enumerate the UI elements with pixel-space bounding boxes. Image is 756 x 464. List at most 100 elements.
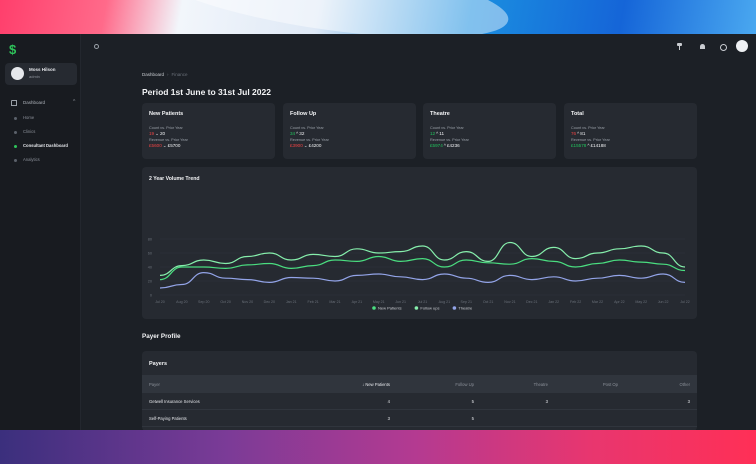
arrow-down-icon: ⌄ [303,143,308,148]
legend-marker [372,306,376,310]
sidebar-item-clinics[interactable]: Clinics [14,129,78,137]
x-tick-label: Sep 21 [461,300,472,304]
table-header: Payer ↓ New Patients Follow Up Theatre P… [142,375,697,393]
sidebar-item-home[interactable]: Home [14,115,78,123]
count-current: 20 [159,131,166,136]
x-tick-label: Jul 20 [155,300,165,304]
stat-card-total: Total Count vs. Prior Year 76^81 Revenue… [564,103,697,159]
x-tick-label: Dec 20 [264,300,275,304]
column-header-theatre[interactable]: Theatre [512,382,548,387]
x-tick-label: Apr 22 [614,300,625,304]
user-avatar [11,67,24,80]
table-row[interactable]: Self-Paying Patients 3 5 [142,410,697,427]
stat-card-theatre: Theatre Count vs. Prior Year 12^11 Reven… [423,103,556,159]
sidebar-item-consultant-dashboard[interactable]: Consultant Dashboard [14,143,78,151]
x-tick-label: Feb 22 [570,300,581,304]
revenue-label: Revenue vs. Prior Year [290,138,329,142]
background-top-banner [0,0,756,34]
user-card[interactable]: Moss Hilson admin [5,63,77,85]
revenue-label: Revenue vs. Prior Year [149,138,188,142]
pin-icon[interactable] [676,43,683,50]
card-title: Follow Up [290,111,317,117]
y-tick-label: 40 [148,266,152,270]
y-tick-label: 60 [148,252,152,256]
x-tick-label: Aug 20 [176,300,187,304]
arrow-up-icon: ^ [587,143,590,148]
y-tick-label: 0 [150,294,152,298]
search-icon[interactable] [94,44,99,49]
follow-up-cell: 5 [471,416,474,421]
new-patients-cell: 4 [387,399,390,404]
legend-label: Follow ups [420,305,439,310]
payers-title: Payers [149,361,168,367]
revenue-values: £3900⌄£4200 [290,143,321,149]
payer-name: Self-Paying Patients [149,416,187,421]
x-tick-label: Nov 21 [504,300,515,304]
table-row[interactable]: Getwell Insurance Services 4 5 3 3 [142,393,697,410]
y-tick-label: 80 [148,238,152,242]
sidebar: $ Moss Hilson admin Dashboard ^ Home Cli… [0,34,81,430]
x-tick-label: Aug 21 [439,300,450,304]
gear-icon[interactable] [719,43,727,51]
column-header-follow-up[interactable]: Follow Up [432,382,474,387]
card-title: Theatre [430,111,450,117]
app-logo[interactable]: $ [9,42,16,57]
count-prior: 19 [149,131,155,136]
bullet-icon [14,117,17,120]
user-name: Moss Hilson [29,67,56,72]
nav-section-dashboard[interactable]: Dashboard ^ [9,99,79,109]
app-window: $ Moss Hilson admin Dashboard ^ Home Cli… [0,34,756,430]
header-avatar[interactable] [736,40,748,52]
bell-icon[interactable] [699,43,706,50]
count-values: 34^32 [290,131,304,136]
arrow-down-icon: ⌄ [162,143,167,148]
count-prior: 76 [571,131,577,136]
revenue-prior: £5974 [430,143,443,148]
count-values: 19⌄20 [149,131,165,137]
x-tick-label: Jan 21 [286,300,297,304]
revenue-values: £5974^£4236 [430,143,460,148]
bullet-icon [14,159,17,162]
x-tick-label: May 22 [635,300,647,304]
nav-section-label: Dashboard [23,100,46,105]
x-tick-label: Oct 20 [220,300,231,304]
volume-trend-chart[interactable]: 0 20 40 60 80 Jul 20 Aug 20 Sep 20 Oct 20 Nov 20 D… [142,167,697,319]
x-tick-label: Jan 22 [548,300,559,304]
revenue-current: £4200 [308,143,322,148]
sidebar-item-label: Clinics [23,129,36,134]
x-tick-label: Jul 21 [418,300,428,304]
breadcrumb-root[interactable]: Dashboard [142,72,164,77]
revenue-current: £4236 [446,143,460,148]
revenue-prior: £15578 [571,143,587,148]
x-tick-label: May 21 [373,300,385,304]
revenue-values: £5600⌄£5700 [149,143,180,149]
bullet-icon [14,145,17,148]
column-header-new-patients[interactable]: ↓ New Patients [342,382,390,387]
column-header-other[interactable]: Other [652,382,690,387]
count-current: 11 [439,131,445,136]
count-prior: 34 [290,131,296,136]
arrow-down-icon: ⌄ [155,131,159,136]
legend-marker [414,306,419,310]
x-tick-label: Nov 20 [242,300,253,304]
count-prior: 12 [430,131,436,136]
revenue-current: £5700 [167,143,181,148]
x-tick-label: Oct 21 [483,300,494,304]
x-tick-label: Sep 20 [198,300,209,304]
count-values: 12^11 [430,131,444,136]
legend-label: New Patients [378,305,402,310]
column-header-post-op[interactable]: Post Op [582,382,618,387]
column-header-payer[interactable]: Payer [149,382,160,387]
other-cell: 3 [687,399,690,404]
follow-up-cell: 5 [471,399,474,404]
count-current: 32 [299,131,305,136]
sidebar-item-label: Analytics [23,157,40,162]
count-label: Count vs. Prior Year [430,126,464,130]
sidebar-item-analytics[interactable]: Analytics [14,157,78,165]
new-patients-cell: 3 [387,416,390,421]
arrow-up-icon: ^ [443,143,446,148]
x-tick-label: Jul 22 [680,300,690,304]
sidebar-item-label: Home [23,115,35,120]
payers-table-card: Payers Payer ↓ New Patients Follow Up Th… [142,351,697,430]
legend-marker [452,306,457,310]
